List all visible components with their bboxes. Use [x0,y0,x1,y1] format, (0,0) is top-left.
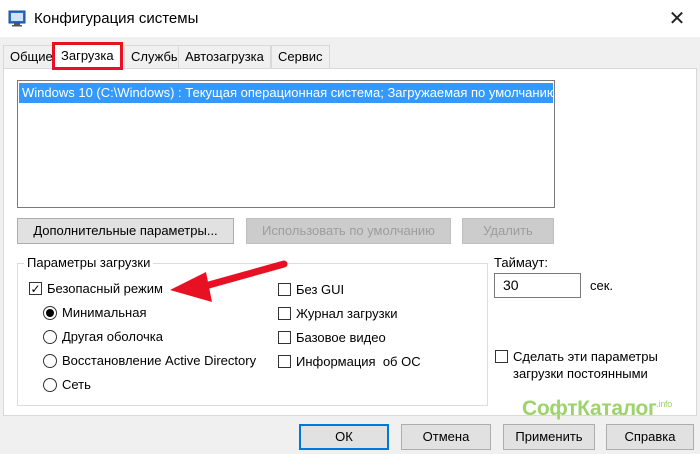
safe-mode-checkbox[interactable]: ✓ Безопасный режим [29,281,163,296]
os-info-label: Информация об ОС [296,354,421,369]
apply-button[interactable]: Применить [503,424,595,450]
checkbox-icon [278,355,291,368]
radio-alternate-shell-label: Другая оболочка [62,329,163,344]
watermark-suffix: .info [656,399,672,409]
no-gui-label: Без GUI [296,282,345,297]
close-icon: ✕ [668,8,686,30]
tab-boot[interactable]: Загрузка [52,42,123,70]
msconfig-app-icon [8,10,26,27]
os-list-item-selected[interactable]: Windows 10 (C:\Windows) : Текущая операц… [19,83,553,103]
advanced-options-button[interactable]: Дополнительные параметры... [17,218,234,244]
base-video-label: Базовое видео [296,330,386,345]
radio-icon [43,377,57,392]
delete-button[interactable]: Удалить [462,218,554,244]
radio-icon [43,353,57,368]
make-permanent-line1: Сделать эти параметры [513,349,658,364]
title-bar: Конфигурация системы ✕ [0,0,700,37]
make-permanent-label: Сделать эти параметры загрузки постоянны… [513,348,658,382]
os-info-checkbox[interactable]: Информация об ОС [278,354,421,369]
radio-alternate-shell[interactable]: Другая оболочка [43,329,163,344]
boot-options-title: Параметры загрузки [24,255,154,270]
ok-button[interactable]: ОК [299,424,389,450]
radio-selected-icon [43,305,57,320]
radio-ad-repair[interactable]: Восстановление Active Directory [43,353,256,368]
timeout-unit: сек. [590,278,614,293]
radio-minimal-label: Минимальная [62,305,147,320]
window-title: Конфигурация системы [34,10,199,27]
make-permanent-checkbox[interactable]: Сделать эти параметры загрузки постоянны… [495,348,658,382]
cancel-button[interactable]: Отмена [401,424,491,450]
radio-icon [43,329,57,344]
help-button[interactable]: Справка [606,424,694,450]
checkmark-icon: ✓ [29,281,42,296]
checkbox-icon [278,331,291,344]
timeout-input[interactable]: 30 [494,273,581,298]
radio-network-label: Сеть [62,377,91,392]
base-video-checkbox[interactable]: Базовое видео [278,330,386,345]
radio-minimal[interactable]: Минимальная [43,305,147,320]
set-default-button[interactable]: Использовать по умолчанию [246,218,451,244]
radio-network[interactable]: Сеть [43,377,91,392]
checkbox-icon [278,307,291,320]
watermark: СофтКаталог.info [522,397,672,421]
make-permanent-line2: загрузки постоянными [513,366,648,381]
radio-ad-repair-label: Восстановление Active Directory [62,353,257,368]
close-button[interactable]: ✕ [654,0,700,37]
tab-startup[interactable]: Автозагрузка [178,45,271,69]
red-arrow-icon [170,260,288,302]
safe-mode-label: Безопасный режим [47,281,163,296]
boot-log-checkbox[interactable]: Журнал загрузки [278,306,397,321]
tab-tools[interactable]: Сервис [271,45,330,69]
watermark-text: СофтКаталог [522,397,657,420]
timeout-label: Таймаут: [494,255,548,270]
os-list[interactable]: Windows 10 (C:\Windows) : Текущая операц… [17,80,555,208]
boot-log-label: Журнал загрузки [296,306,398,321]
checkbox-icon [495,350,508,363]
